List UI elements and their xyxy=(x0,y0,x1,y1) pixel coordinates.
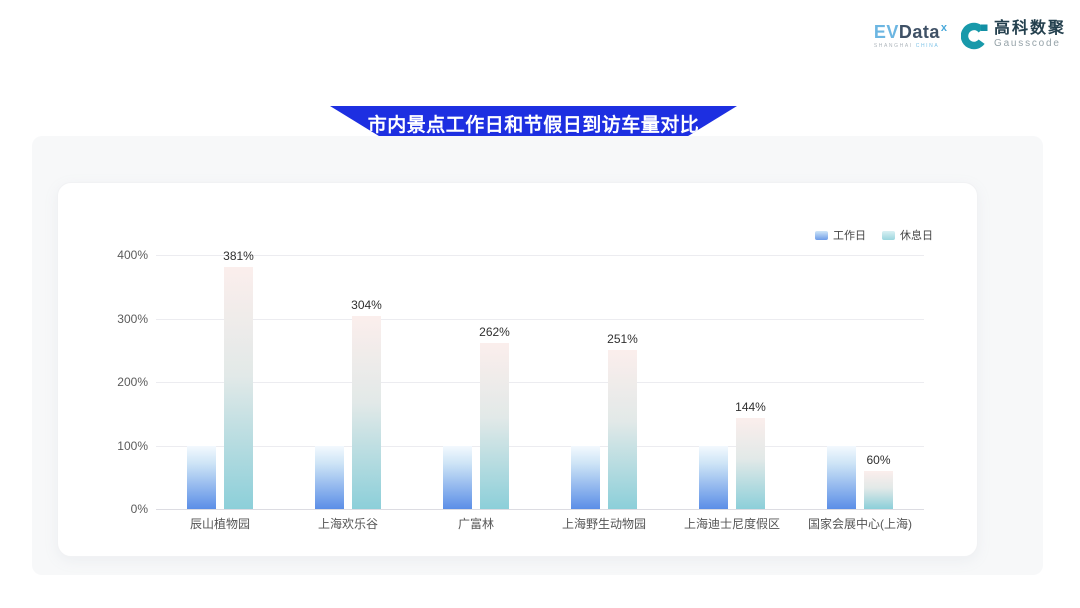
y-tick-label: 100% xyxy=(98,439,148,453)
bar-value-label: 381% xyxy=(223,249,254,263)
y-tick-label: 400% xyxy=(98,248,148,262)
gridline xyxy=(156,319,924,320)
bar-value-label: 60% xyxy=(866,453,890,467)
bar-restday xyxy=(736,418,765,509)
evdata-logo-ev: EV xyxy=(874,23,899,41)
chart-title: 市内景点工作日和节假日到访车量对比 xyxy=(368,110,700,137)
bar-chart: 0% 100% 200% 300% 400% 381% 辰山植物园 304% 上海欢乐谷 262%… xyxy=(58,183,979,558)
bar-workday xyxy=(443,446,472,510)
bar-restday xyxy=(352,316,381,509)
page: EV Data x SHANGHAI CHINA 高科数聚 Gausscode … xyxy=(0,0,1080,608)
gridline xyxy=(156,382,924,383)
bar-workday xyxy=(699,446,728,510)
gausscode-g-icon xyxy=(961,22,989,50)
bar-value-label: 251% xyxy=(607,332,638,346)
evdata-logo-x-icon: x xyxy=(941,19,947,37)
evdata-logo-data: Data xyxy=(899,23,940,41)
bar-restday xyxy=(480,343,509,509)
chart-card: 工作日休息日 0%100%200%300%400%381%辰山植物园304%上海… xyxy=(57,182,978,557)
bar-restday xyxy=(608,350,637,509)
gridline xyxy=(156,446,924,447)
x-category-label: 上海迪士尼度假区 xyxy=(684,515,780,532)
bar-restday xyxy=(864,471,893,509)
evdata-subtitle-left: SHANGHAI xyxy=(874,43,913,49)
x-axis-line xyxy=(156,509,924,510)
bar-restday xyxy=(224,267,253,509)
bar-value-label: 304% xyxy=(351,298,382,312)
logo-bar: EV Data x SHANGHAI CHINA 高科数聚 Gausscode xyxy=(874,20,1066,50)
x-category-label: 国家会展中心(上海) xyxy=(808,515,912,532)
x-category-label: 辰山植物园 xyxy=(190,515,250,532)
gausscode-logo-cn: 高科数聚 xyxy=(994,20,1066,38)
x-category-label: 上海野生动物园 xyxy=(562,515,646,532)
y-tick-label: 300% xyxy=(98,312,148,326)
x-category-label: 广富林 xyxy=(458,515,494,532)
y-tick-label: 0% xyxy=(98,502,148,516)
evdata-logo-subtitle: SHANGHAI CHINA xyxy=(874,43,947,49)
y-tick-label: 200% xyxy=(98,375,148,389)
x-category-label: 上海欢乐谷 xyxy=(318,515,378,532)
bar-workday xyxy=(571,446,600,510)
bar-workday xyxy=(827,446,856,510)
bar-value-label: 262% xyxy=(479,325,510,339)
evdata-subtitle-right: CHINA xyxy=(916,43,940,49)
evdata-logo: EV Data x SHANGHAI CHINA xyxy=(874,20,947,49)
gausscode-logo-en: Gausscode xyxy=(994,38,1066,50)
gridline xyxy=(156,255,924,256)
gausscode-logo: 高科数聚 Gausscode xyxy=(961,20,1066,50)
bar-workday xyxy=(315,446,344,510)
bar-workday xyxy=(187,446,216,510)
bar-value-label: 144% xyxy=(735,400,766,414)
